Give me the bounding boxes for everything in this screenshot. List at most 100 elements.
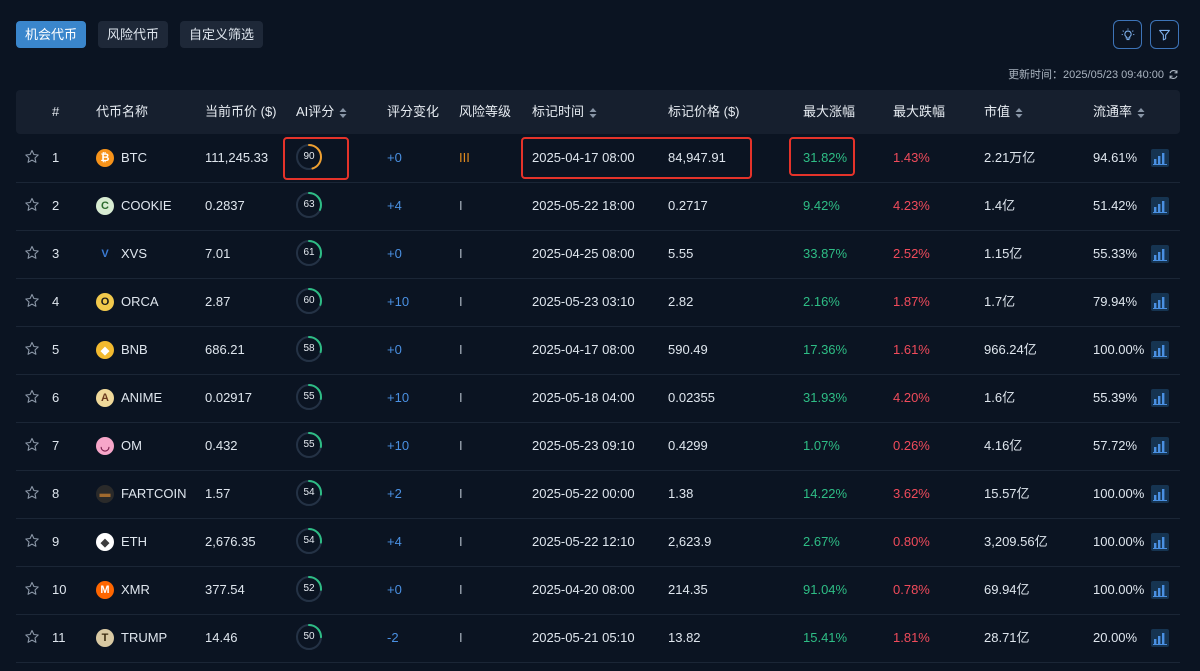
chart-button[interactable] (1151, 533, 1169, 551)
bulb-button[interactable] (1113, 20, 1142, 49)
chart-button[interactable] (1151, 485, 1169, 503)
refresh-icon[interactable] (1168, 69, 1179, 80)
mark-time: 2025-05-22 12:10 (532, 534, 635, 549)
current-price: 0.02917 (205, 390, 252, 405)
xvs-icon: V (96, 245, 114, 263)
circulation-rate: 100.00% (1093, 534, 1145, 549)
star-icon[interactable] (24, 197, 40, 213)
ai-score-value: 90 (303, 151, 315, 162)
ai-score-value: 54 (303, 487, 315, 498)
column-max-drop: 最大跌幅 (893, 104, 946, 119)
max-drop: 0.26% (893, 438, 930, 453)
mark-time: 2025-05-18 04:00 (532, 390, 635, 405)
max-drop: 3.62% (893, 486, 930, 501)
tab-risk-tokens[interactable]: 风险代币 (98, 21, 169, 48)
score-change: -2 (387, 630, 399, 645)
ai-score-value: 61 (303, 247, 315, 258)
ai-score-value: 60 (303, 295, 315, 306)
row-index: 8 (52, 486, 60, 501)
max-gain: 9.42% (803, 198, 840, 213)
filter-button[interactable] (1150, 20, 1179, 49)
max-drop: 0.78% (893, 582, 930, 597)
tab-custom-filter[interactable]: 自定义筛选 (180, 21, 264, 48)
mark-price: 84,947.91 (668, 150, 726, 165)
current-price: 2.87 (205, 294, 231, 309)
table-row[interactable]: 10 M XMR 377.54 52 +0 I 2025-04-20 08:00 214.35 9… (16, 566, 1180, 615)
sort-icon[interactable] (1015, 107, 1023, 119)
table-row[interactable]: 6 A ANIME 0.02917 55 +10 I 2025-05-18 04:00 0.02… (16, 374, 1180, 423)
chart-button[interactable] (1151, 581, 1169, 599)
table-row[interactable]: 11 T TRUMP 14.46 50 -2 I 2025-05-21 05:10 13.82 1… (16, 614, 1180, 663)
update-time: 更新时间：2025/05/23 09:40:00 (1008, 66, 1179, 82)
chart-button[interactable] (1151, 197, 1169, 215)
star-icon[interactable] (24, 581, 40, 597)
ai-score-gauge: 58 (295, 335, 323, 363)
table-row[interactable]: 4 O ORCA 2.87 60 +10 I 2025-05-23 03:10 2.82 2.16… (16, 278, 1180, 327)
chart-button[interactable] (1151, 629, 1169, 647)
chart-button[interactable] (1151, 389, 1169, 407)
table-row[interactable]: 5 ◆ BNB 686.21 58 +0 I 2025-04-17 08:00 590.49 17… (16, 326, 1180, 375)
bar-chart-icon (1153, 153, 1167, 165)
star-icon[interactable] (24, 341, 40, 357)
ai-score-gauge: 61 (295, 239, 323, 267)
star-icon[interactable] (24, 293, 40, 309)
circulation-rate: 20.00% (1093, 630, 1138, 645)
column-name: 代币名称 (96, 104, 149, 119)
column-mark-time-label: 标记时间 (532, 104, 585, 119)
table-row[interactable]: 9 ◆ ETH 2,676.35 54 +4 I 2025-05-22 12:10 2,623.… (16, 518, 1180, 567)
table-row[interactable]: 8 ▬ FARTCOIN 1.57 54 +2 I 2025-05-22 00:00 1.38 1… (16, 470, 1180, 519)
column-max-gain: 最大涨幅 (803, 104, 856, 119)
mark-time: 2025-04-17 08:00 (532, 342, 635, 357)
star-icon[interactable] (24, 245, 40, 261)
star-icon[interactable] (24, 533, 40, 549)
max-gain: 2.67% (803, 534, 840, 549)
token-symbol: FARTCOIN (121, 486, 187, 501)
table-row[interactable]: 3 V XVS 7.01 61 +0 I 2025-04-25 08:00 5.55 33.87%… (16, 230, 1180, 279)
sort-icon[interactable] (339, 107, 347, 119)
ai-score-gauge: 54 (295, 527, 323, 555)
chart-button[interactable] (1151, 245, 1169, 263)
ai-score-value: 55 (303, 439, 315, 450)
circulation-rate: 100.00% (1093, 582, 1145, 597)
star-icon[interactable] (24, 437, 40, 453)
score-change: +10 (387, 390, 410, 405)
max-gain: 31.93% (803, 390, 848, 405)
table-row[interactable]: 1 ₿ BTC 111,245.33 90 +0 III 2025-04-17 08:00 84… (16, 134, 1180, 183)
column-market-cap[interactable]: 市值 (984, 90, 1023, 134)
circulation-rate: 55.33% (1093, 246, 1138, 261)
table-row[interactable]: 2 C COOKIE 0.2837 63 +4 I 2025-05-22 18:00 0.271… (16, 182, 1180, 231)
bar-chart-icon (1153, 201, 1167, 213)
mark-time: 2025-05-22 18:00 (532, 198, 635, 213)
sort-icon[interactable] (1137, 107, 1145, 119)
table-row[interactable]: 7 ◡ OM 0.432 55 +10 I 2025-05-23 09:10 0.4299 1.0… (16, 422, 1180, 471)
ai-score-gauge: 54 (295, 479, 323, 507)
row-index: 5 (52, 342, 60, 357)
column-circulation[interactable]: 流通率 (1093, 90, 1145, 134)
current-price: 2,676.35 (205, 534, 256, 549)
column-ai-score[interactable]: AI评分 (296, 90, 347, 134)
chart-button[interactable] (1151, 341, 1169, 359)
token-table: # 代币名称 当前币价 ($) AI评分 评分变化 风险等级 标记时间 标记价格… (16, 90, 1180, 670)
mark-price: 0.2717 (668, 198, 708, 213)
star-icon[interactable] (24, 149, 40, 165)
chart-button[interactable] (1151, 293, 1169, 311)
star-icon[interactable] (24, 629, 40, 645)
circulation-rate: 79.94% (1093, 294, 1138, 309)
eth-icon: ◆ (96, 533, 114, 551)
mark-time: 2025-04-17 08:00 (532, 150, 635, 165)
max-gain: 1.07% (803, 438, 840, 453)
column-mark-time[interactable]: 标记时间 (532, 90, 597, 134)
star-icon[interactable] (24, 389, 40, 405)
star-icon[interactable] (24, 485, 40, 501)
tab-opportunity-tokens[interactable]: 机会代币 (16, 21, 87, 48)
chart-button[interactable] (1151, 437, 1169, 455)
mark-time: 2025-04-25 08:00 (532, 246, 635, 261)
circulation-rate: 55.39% (1093, 390, 1138, 405)
sort-icon[interactable] (589, 107, 597, 119)
chart-button[interactable] (1151, 149, 1169, 167)
token-symbol: OM (121, 438, 142, 453)
bar-chart-icon (1153, 345, 1167, 357)
bar-chart-icon (1153, 633, 1167, 645)
ai-score-gauge: 90 (295, 143, 323, 171)
bar-chart-icon (1153, 537, 1167, 549)
